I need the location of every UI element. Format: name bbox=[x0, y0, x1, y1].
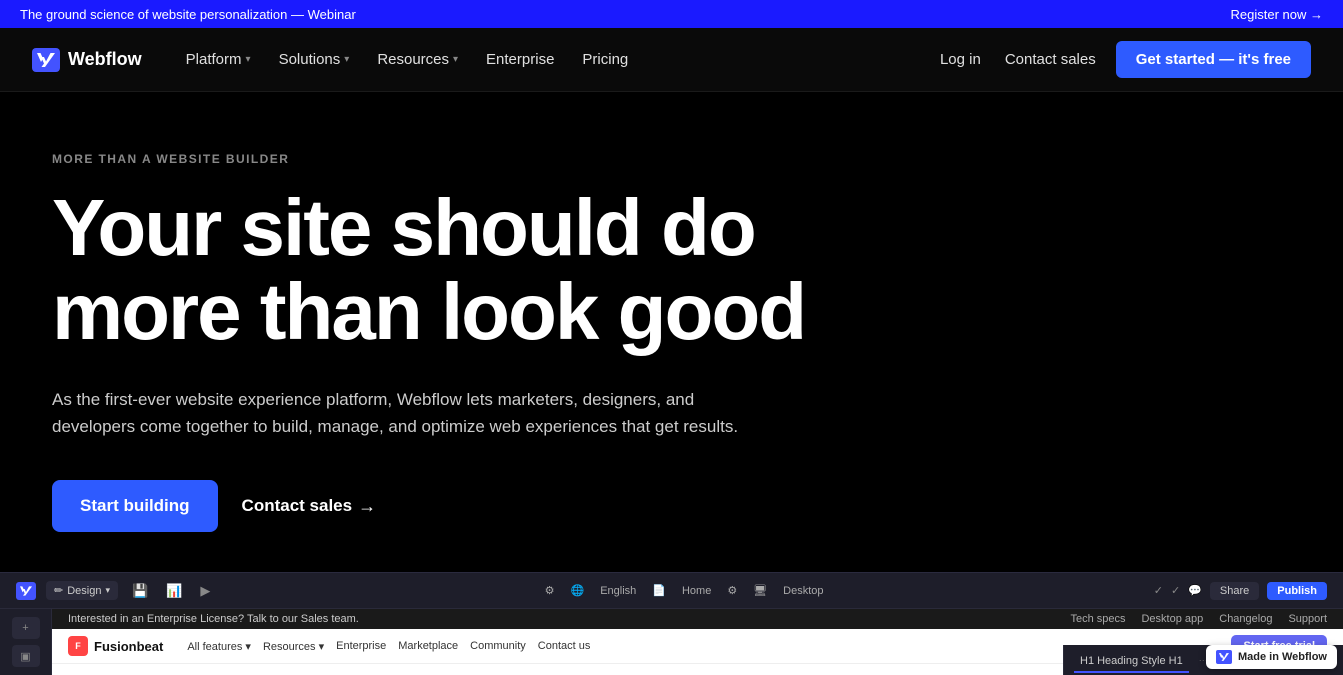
nav-platform[interactable]: Platform ▾ bbox=[174, 43, 263, 76]
nav-pricing[interactable]: Pricing bbox=[570, 43, 640, 76]
desktop-icon: 🖥 bbox=[753, 584, 767, 597]
navbar: Webflow Platform ▾ Solutions ▾ Resources… bbox=[0, 28, 1343, 92]
chevron-icon: ▾ bbox=[105, 585, 110, 596]
navbar-nav: Platform ▾ Solutions ▾ Resources ▾ Enter… bbox=[174, 43, 936, 76]
design-button[interactable]: ✏ Design ▾ bbox=[46, 581, 118, 600]
get-started-button[interactable]: Get started — it's free bbox=[1116, 41, 1311, 78]
hero-cta: Start building Contact sales → bbox=[52, 480, 1291, 532]
logo-text: Webflow bbox=[68, 49, 142, 70]
add-icon[interactable]: + bbox=[12, 617, 40, 639]
site-announcement-links: Tech specs Desktop app Changelog Support bbox=[1070, 613, 1327, 625]
chevron-down-icon: ▾ bbox=[453, 54, 458, 65]
desktop-label[interactable]: Desktop bbox=[783, 585, 823, 597]
site-logo-text: Fusionbeat bbox=[94, 639, 163, 654]
navbar-right: Log in Contact sales Get started — it's … bbox=[936, 41, 1311, 78]
comment-icon: 💬 bbox=[1188, 584, 1202, 597]
history-icon-button[interactable]: 📊 bbox=[162, 581, 186, 601]
start-building-button[interactable]: Start building bbox=[52, 480, 218, 532]
site-announcement-bar: Interested in an Enterprise License? Tal… bbox=[52, 609, 1343, 629]
webflow-logo-small bbox=[1216, 650, 1232, 664]
announcement-bar: The ground science of website personaliz… bbox=[0, 0, 1343, 28]
login-link[interactable]: Log in bbox=[936, 43, 985, 76]
english-label[interactable]: English bbox=[600, 585, 636, 597]
toolbar-logo bbox=[16, 582, 36, 600]
site-community-link[interactable]: Community bbox=[470, 640, 526, 653]
nav-solutions[interactable]: Solutions ▾ bbox=[267, 43, 362, 76]
play-icon-button[interactable]: ▶ bbox=[196, 581, 214, 601]
chevron-down-icon: ▾ bbox=[344, 54, 349, 65]
arrow-icon: → bbox=[358, 496, 376, 517]
toolbar-right: ✓ ✓ 💬 Share Publish bbox=[1154, 582, 1327, 600]
toolbar-center: ⚙ 🌐 English 📄 Home ⚙ 🖥 Desktop bbox=[226, 584, 1141, 597]
globe-icon: 🌐 bbox=[570, 584, 584, 597]
home-label[interactable]: Home bbox=[682, 585, 711, 597]
nav-resources[interactable]: Resources ▾ bbox=[365, 43, 470, 76]
layers-icon[interactable]: ▣ bbox=[12, 645, 40, 667]
contact-sales-button[interactable]: Contact sales → bbox=[242, 496, 377, 517]
changelog-link[interactable]: Changelog bbox=[1219, 613, 1272, 625]
site-marketplace-link[interactable]: Marketplace bbox=[398, 640, 458, 653]
home-settings-icon[interactable]: ⚙ bbox=[727, 584, 737, 597]
hero-headline: Your site should do more than look good bbox=[52, 186, 972, 354]
settings-icon[interactable]: ⚙ bbox=[545, 584, 555, 597]
publish-button[interactable]: Publish bbox=[1267, 582, 1327, 600]
preview-bar: ✏ Design ▾ 💾 📊 ▶ ⚙ 🌐 English 📄 Home ⚙ 🖥 … bbox=[0, 572, 1343, 675]
nav-enterprise[interactable]: Enterprise bbox=[474, 43, 566, 76]
save-icon-button[interactable]: 💾 bbox=[128, 581, 152, 601]
logo-icon bbox=[32, 48, 60, 72]
site-announcement-text: Interested in an Enterprise License? Tal… bbox=[68, 613, 359, 625]
contact-sales-link[interactable]: Contact sales bbox=[1001, 43, 1100, 76]
tech-specs-link[interactable]: Tech specs bbox=[1070, 613, 1125, 625]
share-button[interactable]: Share bbox=[1210, 582, 1259, 600]
announcement-cta[interactable]: Register now → bbox=[1231, 7, 1323, 22]
check2-icon: ✓ bbox=[1171, 584, 1180, 597]
navbar-logo[interactable]: Webflow bbox=[32, 48, 142, 72]
site-resources-link[interactable]: Resources ▾ bbox=[263, 640, 324, 653]
announcement-text: The ground science of website personaliz… bbox=[20, 7, 356, 22]
desktop-app-link[interactable]: Desktop app bbox=[1141, 613, 1203, 625]
site-enterprise-link[interactable]: Enterprise bbox=[336, 640, 386, 653]
site-all-features-link[interactable]: All features ▾ bbox=[187, 640, 251, 653]
website-preview: + ▣ Interested in an Enterprise License?… bbox=[0, 609, 1343, 675]
site-contact-link[interactable]: Contact us bbox=[538, 640, 591, 653]
chevron-down-icon: ▾ bbox=[246, 54, 251, 65]
pencil-icon: ✏ bbox=[54, 584, 63, 597]
hero-section: MORE THAN A WEBSITE BUILDER Your site sh… bbox=[0, 92, 1343, 572]
hero-subtext: As the first-ever website experience pla… bbox=[52, 386, 772, 440]
made-in-webflow-text: Made in Webflow bbox=[1238, 651, 1327, 663]
tab-heading-style[interactable]: H1 Heading Style H1 bbox=[1074, 651, 1189, 673]
designer-toolbar: ✏ Design ▾ 💾 📊 ▶ ⚙ 🌐 English 📄 Home ⚙ 🖥 … bbox=[0, 573, 1343, 609]
home-icon: 📄 bbox=[652, 584, 666, 597]
support-link[interactable]: Support bbox=[1288, 613, 1327, 625]
hero-eyebrow: MORE THAN A WEBSITE BUILDER bbox=[52, 152, 1291, 166]
made-in-webflow-badge[interactable]: Made in Webflow bbox=[1206, 645, 1337, 669]
check-icon: ✓ bbox=[1154, 584, 1163, 597]
site-logo: F Fusionbeat bbox=[68, 636, 163, 656]
left-panel: + ▣ bbox=[0, 609, 52, 675]
site-logo-icon: F bbox=[68, 636, 88, 656]
toolbar-left: ✏ Design ▾ 💾 📊 ▶ bbox=[16, 581, 214, 601]
